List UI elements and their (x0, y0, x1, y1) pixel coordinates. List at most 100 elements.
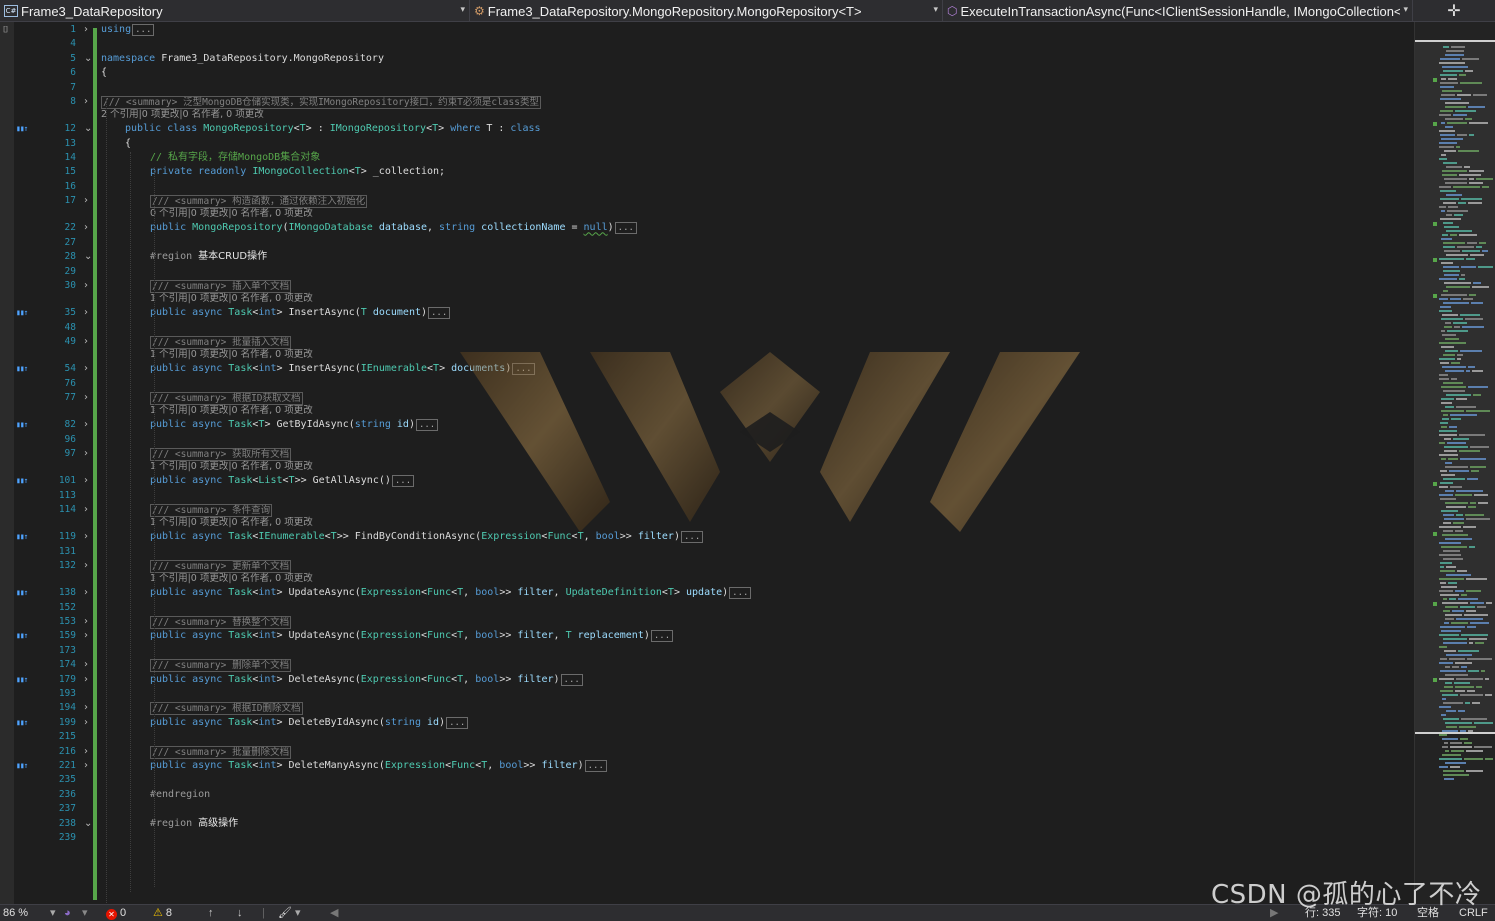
code-line[interactable]: public async Task<int> DeleteManyAsync(E… (150, 759, 607, 772)
code-line[interactable]: { (125, 137, 131, 150)
collapsed-block-button[interactable]: ... (415, 419, 439, 432)
expand-region-icon[interactable]: › (84, 306, 88, 319)
minimap-code-line (1467, 690, 1475, 692)
project-dropdown[interactable]: C# Frame3_DataRepository ▾ (0, 0, 470, 22)
collapsed-summary-comment[interactable]: /// <summary> 删除单个文档 (150, 659, 292, 673)
expand-region-icon[interactable]: › (84, 745, 88, 758)
expand-region-icon[interactable]: › (84, 335, 88, 348)
code-line[interactable]: public async Task<List<T>> GetAllAsync()… (150, 474, 415, 488)
code-line[interactable]: public async Task<int> InsertAsync(IEnum… (150, 362, 535, 376)
code-line[interactable]: // 私有字段，存储MongoDB集合对象 (150, 151, 320, 164)
class-dropdown[interactable]: ⚙ Frame3_DataRepository.MongoRepository.… (470, 0, 943, 22)
collapsed-block-button[interactable]: ... (584, 760, 607, 772)
codelens-references[interactable]: 1 个引用|0 项更改|0 名作者, 0 项更改 (150, 460, 313, 473)
collapsed-block-button[interactable]: ... (391, 475, 415, 488)
implementation-marker-icon[interactable]: ▮▮↑ (16, 629, 28, 642)
expand-region-icon[interactable]: › (84, 474, 88, 487)
zoom-level[interactable]: 86 % (3, 906, 28, 920)
codelens-references[interactable]: 1 个引用|0 项更改|0 名作者, 0 项更改 (150, 404, 313, 417)
expand-region-icon[interactable]: › (84, 615, 88, 628)
collapsed-summary-comment[interactable]: /// <summary> 批量删除文档 (150, 745, 292, 759)
error-count[interactable]: ✕ 0 (106, 906, 126, 920)
split-window-button[interactable]: ✛ (1413, 0, 1495, 21)
codelens-references[interactable]: 1 个引用|0 项更改|0 名作者, 0 项更改 (150, 348, 313, 361)
copilot-dropdown-icon[interactable]: ▾ (82, 906, 88, 920)
collapsed-block-button[interactable]: ... (650, 630, 674, 643)
code-line[interactable]: public async Task<T> GetByIdAsync(string… (150, 418, 439, 432)
collapse-region-icon[interactable]: ⌄ (84, 122, 92, 135)
expand-region-icon[interactable]: › (84, 586, 88, 599)
expand-region-icon[interactable]: › (84, 503, 88, 516)
indicator-margin[interactable]: ⌷ (0, 22, 14, 904)
implementation-marker-icon[interactable]: ▮▮↑ (16, 530, 28, 543)
next-issue-icon[interactable]: ↓ (237, 906, 243, 920)
implementation-marker-icon[interactable]: ▮▮↑ (16, 759, 28, 772)
code-line[interactable]: public async Task<int> UpdateAsync(Expre… (150, 629, 674, 643)
expand-region-icon[interactable]: › (84, 23, 88, 36)
warning-count[interactable]: ⚠ 8 (153, 906, 172, 920)
collapse-region-icon[interactable]: ⌄ (84, 52, 92, 65)
code-line[interactable]: public class MongoRepository<T> : IMongo… (125, 122, 541, 135)
codelens-references[interactable]: 0 个引用|0 项更改|0 名作者, 0 项更改 (150, 207, 313, 220)
expand-region-icon[interactable]: › (84, 447, 88, 460)
zoom-dropdown-icon[interactable]: ▾ (50, 906, 56, 920)
implementation-marker-icon[interactable]: ▮▮↑ (16, 673, 28, 686)
code-line[interactable]: public async Task<int> InsertAsync(T doc… (150, 306, 451, 320)
code-cleanup-dropdown-icon[interactable]: ▾ (295, 906, 301, 920)
code-line[interactable]: namespace Frame3_DataRepository.MongoRep… (101, 52, 384, 65)
implementation-marker-icon[interactable]: ▮▮↑ (16, 716, 28, 729)
collapsed-block-button[interactable]: ... (446, 716, 469, 729)
member-dropdown[interactable]: ⬡ ExecuteInTransactionAsync(Func<IClient… (943, 0, 1413, 22)
expand-region-icon[interactable]: › (84, 629, 88, 642)
expand-region-icon[interactable]: › (84, 559, 88, 572)
expand-region-icon[interactable]: › (84, 716, 88, 729)
expand-region-icon[interactable]: › (84, 391, 88, 404)
implementation-marker-icon[interactable]: ▮▮↑ (16, 362, 28, 375)
collapsed-block-button[interactable]: ... (560, 673, 583, 686)
expand-region-icon[interactable]: › (84, 701, 88, 714)
code-minimap[interactable] (1414, 22, 1495, 904)
code-cleanup-icon[interactable]: 🖌 (278, 906, 292, 920)
collapse-region-icon[interactable]: ⌄ (84, 250, 92, 263)
collapsed-block-button[interactable]: ... (132, 24, 155, 36)
code-line[interactable]: public async Task<IEnumerable<T>> FindBy… (150, 530, 704, 544)
expand-region-icon[interactable]: › (84, 530, 88, 543)
expand-region-icon[interactable]: › (84, 362, 88, 375)
codelens-references[interactable]: 1 个引用|0 项更改|0 名作者, 0 项更改 (150, 516, 313, 529)
collapsed-summary-comment[interactable]: /// <summary> 根据ID删除文档 (150, 702, 303, 716)
implementation-marker-icon[interactable]: ▮▮↑ (16, 122, 28, 135)
code-line[interactable]: public async Task<int> DeleteByIdAsync(s… (150, 716, 469, 729)
implementation-marker-icon[interactable]: ▮▮↑ (16, 418, 28, 431)
code-line[interactable]: private readonly IMongoCollection<T> _co… (150, 165, 445, 178)
code-line[interactable]: public async Task<int> DeleteAsync(Expre… (150, 673, 583, 686)
expand-region-icon[interactable]: › (84, 418, 88, 431)
previous-issue-icon[interactable]: ↑ (208, 906, 214, 920)
expand-region-icon[interactable]: › (84, 221, 88, 234)
code-line[interactable]: public async Task<int> UpdateAsync(Expre… (150, 586, 752, 600)
expand-region-icon[interactable]: › (84, 759, 88, 772)
collapsed-block-button[interactable]: ... (680, 531, 704, 544)
collapsed-block-button[interactable]: ... (614, 222, 637, 235)
code-line[interactable]: public MongoRepository(IMongoDatabase da… (150, 221, 637, 235)
code-editor[interactable]: using... namespace Frame3_DataRepository.… (98, 22, 1414, 904)
expand-region-icon[interactable]: › (84, 658, 88, 671)
collapsed-block-button[interactable]: ... (729, 587, 752, 600)
implementation-marker-icon[interactable]: ▮▮↑ (16, 306, 28, 319)
code-line[interactable]: using... (101, 23, 155, 36)
implementation-marker-icon[interactable]: ▮▮↑ (16, 474, 28, 487)
expand-region-icon[interactable]: › (84, 279, 88, 292)
codelens-references[interactable]: 1 个引用|0 项更改|0 名作者, 0 项更改 (150, 292, 313, 305)
copilot-icon[interactable]: ◕ (64, 906, 71, 920)
expand-region-icon[interactable]: › (84, 673, 88, 686)
implementation-marker-icon[interactable]: ▮▮↑ (16, 586, 28, 599)
collapsed-block-button[interactable]: ... (428, 307, 451, 320)
collapse-region-icon[interactable]: ⌄ (84, 817, 92, 830)
scroll-left-icon[interactable]: ◀ (330, 906, 338, 920)
codelens-references[interactable]: 1 个引用|0 项更改|0 名作者, 0 项更改 (150, 572, 313, 585)
expand-region-icon[interactable]: › (84, 95, 88, 108)
code-line[interactable]: { (101, 66, 107, 79)
codelens-references[interactable]: 2 个引用|0 项更改|0 名作者, 0 项更改 (101, 108, 264, 121)
collapsed-block-button[interactable]: ... (512, 363, 535, 376)
expand-region-icon[interactable]: › (84, 194, 88, 207)
collapsed-summary-comment[interactable]: /// <summary> 替换整个文档 (150, 616, 292, 629)
